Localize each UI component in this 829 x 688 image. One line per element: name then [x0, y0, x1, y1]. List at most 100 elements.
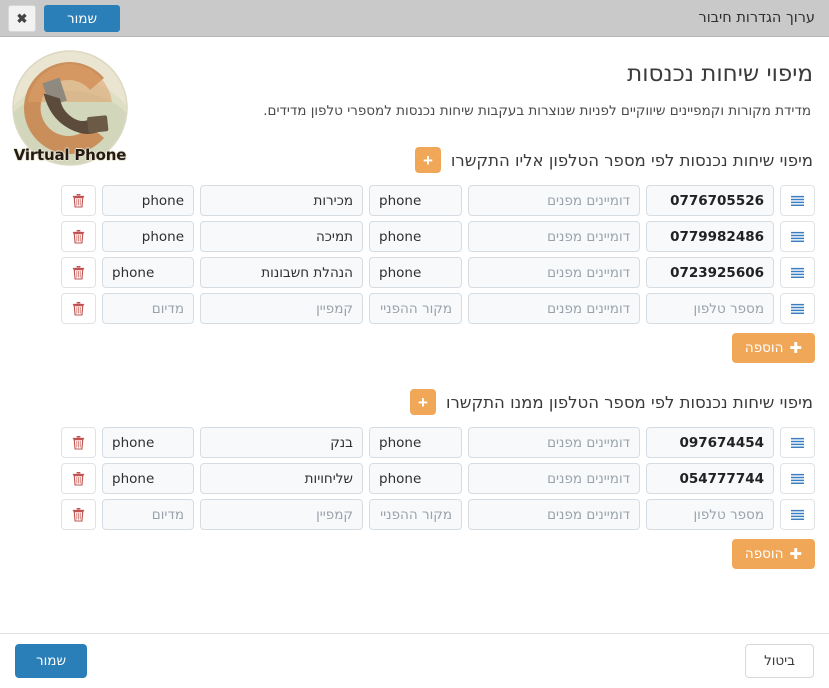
referral-source-input[interactable]: [369, 257, 462, 289]
campaign-input[interactable]: [200, 499, 363, 531]
table-row: [14, 221, 815, 253]
phone-number-input[interactable]: [646, 427, 774, 459]
trash-icon: [72, 436, 85, 450]
row-options-button[interactable]: [780, 221, 815, 253]
medium-input[interactable]: [102, 499, 194, 531]
cell-delete-action: [61, 499, 96, 531]
mapping-rows: [14, 427, 815, 531]
cell-campaign: [200, 499, 363, 531]
medium-input[interactable]: [102, 257, 194, 289]
trash-icon: [72, 194, 85, 208]
medium-input[interactable]: [102, 427, 194, 459]
cell-phone-number: [646, 221, 774, 253]
cell-list-action: [780, 463, 815, 495]
dialog-footer: שמור ביטול: [0, 633, 829, 688]
cell-list-action: [780, 293, 815, 325]
campaign-input[interactable]: [200, 221, 363, 253]
referring-domains-input[interactable]: [468, 257, 640, 289]
cell-medium: [102, 463, 194, 495]
campaign-input[interactable]: [200, 185, 363, 217]
sections-container: מיפוי שיחות נכנסות לפי מספר הטלפון אליו …: [14, 147, 815, 570]
row-options-button[interactable]: [780, 427, 815, 459]
table-row: [14, 427, 815, 459]
delete-row-button[interactable]: [61, 257, 96, 289]
referral-source-input[interactable]: [369, 499, 462, 531]
referral-source-input[interactable]: [369, 463, 462, 495]
cancel-button[interactable]: ביטול: [745, 644, 814, 678]
row-options-button[interactable]: [780, 185, 815, 217]
add-row-label: הוספה: [744, 546, 784, 563]
mapping-section-2: מיפוי שיחות נכנסות לפי מספר הטלפון ממנו …: [14, 389, 815, 570]
add-row-button[interactable]: ✚ הוספה: [731, 539, 815, 570]
referring-domains-input[interactable]: [468, 293, 640, 325]
save-button-footer[interactable]: שמור: [15, 644, 88, 678]
add-row-button[interactable]: ✚ הוספה: [731, 333, 815, 364]
section-header: מיפוי שיחות נכנסות לפי מספר הטלפון אליו …: [14, 147, 815, 174]
phone-number-input[interactable]: [646, 221, 774, 253]
cell-delete-action: [61, 293, 96, 325]
add-mapping-plus-button[interactable]: +: [410, 389, 436, 416]
medium-input[interactable]: [102, 463, 194, 495]
cell-phone-number: [646, 463, 774, 495]
row-options-button[interactable]: [780, 463, 815, 495]
referral-source-input[interactable]: [369, 293, 462, 325]
cell-list-action: [780, 185, 815, 217]
cell-phone-number: [646, 257, 774, 289]
referral-source-input[interactable]: [369, 185, 462, 217]
cell-medium: [102, 221, 194, 253]
phone-number-input[interactable]: [646, 463, 774, 495]
dialog-window: ערוך הגדרות חיבור ✖ שמור Virtual Phone מ…: [0, 0, 829, 688]
referring-domains-input[interactable]: [468, 185, 640, 217]
phone-number-input[interactable]: [646, 257, 774, 289]
cell-referral-source: [369, 427, 462, 459]
row-options-button[interactable]: [780, 499, 815, 531]
referring-domains-input[interactable]: [468, 221, 640, 253]
save-button-top[interactable]: שמור: [44, 5, 121, 32]
close-button[interactable]: ✖: [8, 5, 36, 32]
trash-icon: [72, 266, 85, 280]
add-row-container: ✚ הוספה: [14, 539, 815, 570]
table-row: [14, 257, 815, 289]
cell-referring-domains: [468, 463, 640, 495]
plus-icon: +: [418, 392, 428, 412]
medium-input[interactable]: [102, 293, 194, 325]
cell-phone-number: [646, 185, 774, 217]
campaign-input[interactable]: [200, 293, 363, 325]
cell-list-action: [780, 221, 815, 253]
campaign-input[interactable]: [200, 427, 363, 459]
cell-referral-source: [369, 221, 462, 253]
window-titlebar: ערוך הגדרות חיבור ✖ שמור: [0, 0, 829, 37]
delete-row-button[interactable]: [61, 221, 96, 253]
phone-number-input[interactable]: [646, 293, 774, 325]
campaign-input[interactable]: [200, 257, 363, 289]
medium-input[interactable]: [102, 185, 194, 217]
referring-domains-input[interactable]: [468, 427, 640, 459]
referral-source-input[interactable]: [369, 427, 462, 459]
referring-domains-input[interactable]: [468, 499, 640, 531]
add-row-label: הוספה: [744, 340, 784, 357]
add-mapping-plus-button[interactable]: +: [414, 147, 441, 174]
page-title: מיפוי שיחות נכנסות: [627, 61, 813, 87]
row-options-button[interactable]: [780, 293, 815, 325]
delete-row-button[interactable]: [61, 499, 96, 531]
medium-input[interactable]: [102, 221, 194, 253]
titlebar-actions: ✖ שמור: [8, 5, 121, 32]
trash-icon: [72, 508, 85, 522]
phone-number-input[interactable]: [646, 499, 774, 531]
campaign-input[interactable]: [200, 463, 363, 495]
section-title: מיפוי שיחות נכנסות לפי מספר הטלפון ממנו …: [446, 392, 813, 412]
cell-medium: [102, 293, 194, 325]
row-options-button[interactable]: [780, 257, 815, 289]
trash-icon: [72, 230, 85, 244]
delete-row-button[interactable]: [61, 463, 96, 495]
referral-source-input[interactable]: [369, 221, 462, 253]
delete-row-button[interactable]: [61, 293, 96, 325]
list-icon: [791, 509, 804, 520]
delete-row-button[interactable]: [61, 427, 96, 459]
cell-campaign: [200, 185, 363, 217]
plus-icon: +: [422, 150, 433, 170]
delete-row-button[interactable]: [61, 185, 96, 217]
phone-number-input[interactable]: [646, 185, 774, 217]
mapping-rows: [14, 185, 815, 325]
referring-domains-input[interactable]: [468, 463, 640, 495]
